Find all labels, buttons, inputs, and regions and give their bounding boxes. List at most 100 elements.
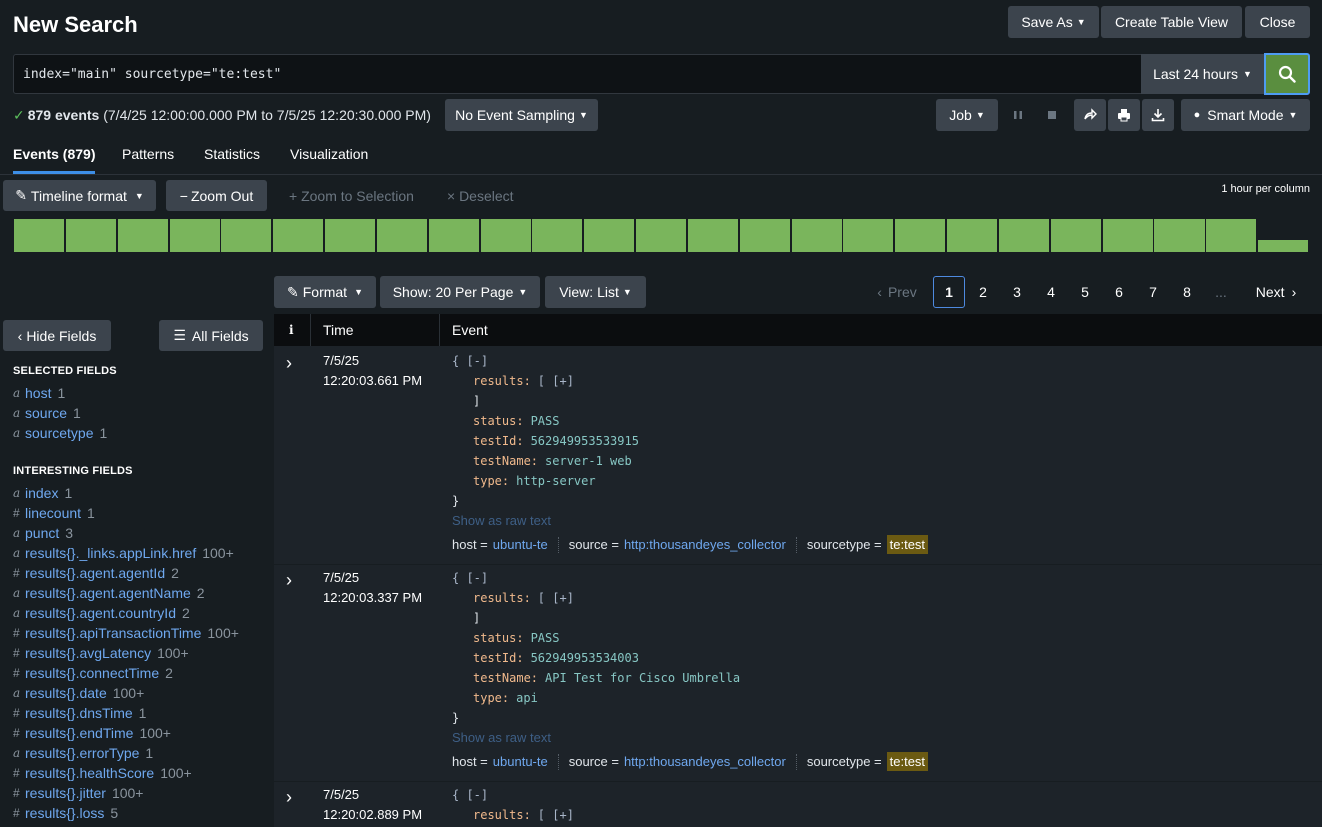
timeline-bar[interactable]: [480, 219, 531, 252]
field-name[interactable]: results{}.agent.countryId: [25, 605, 176, 621]
time-range-picker[interactable]: Last 24 hours ▼: [1141, 54, 1264, 94]
pager-prev-button[interactable]: ‹ Prev: [870, 276, 924, 308]
field-row[interactable]: # results{}.endTime 100+: [13, 723, 171, 743]
timeline-bar[interactable]: [325, 219, 376, 252]
search-mode-dropdown[interactable]: ● Smart Mode ▼: [1181, 99, 1310, 131]
field-row[interactable]: a punct 3: [13, 523, 73, 543]
event-time[interactable]: 7/5/25 12:20:03.337 PM: [323, 568, 422, 608]
zoom-out-button[interactable]: − Zoom Out: [166, 180, 267, 211]
tab-statistics[interactable]: Statistics: [204, 146, 260, 174]
show-raw-text-link[interactable]: Show as raw text: [452, 730, 551, 745]
field-row[interactable]: # results{}.connectTime 2: [13, 663, 173, 683]
field-row[interactable]: a sourcetype 1: [13, 423, 107, 443]
tab-visualization[interactable]: Visualization: [290, 146, 368, 174]
timeline-bar[interactable]: [1102, 219, 1153, 252]
timeline-bar[interactable]: [687, 219, 738, 252]
timeline-bar[interactable]: [1050, 219, 1101, 252]
show-raw-text-link[interactable]: Show as raw text: [452, 513, 551, 528]
timeline-bar[interactable]: [273, 219, 324, 252]
create-table-view-button[interactable]: Create Table View: [1101, 6, 1242, 38]
field-name[interactable]: results{}.date: [25, 685, 107, 701]
json-toggle[interactable]: { [-]: [452, 354, 488, 368]
page-1[interactable]: 1: [933, 276, 965, 308]
json-expand[interactable]: [ [+]: [538, 808, 574, 822]
field-name[interactable]: host: [25, 385, 51, 401]
timeline-bar[interactable]: [1154, 219, 1205, 252]
field-row[interactable]: # results{}.avgLatency 100+: [13, 643, 189, 663]
timeline-bar[interactable]: [65, 219, 116, 252]
timeline-bar[interactable]: [584, 219, 635, 252]
timeline-bar[interactable]: [169, 219, 220, 252]
field-row[interactable]: a results{}.agent.agentName 2: [13, 583, 205, 603]
job-dropdown[interactable]: Job ▼: [936, 99, 998, 131]
pager-next-button[interactable]: Next ›: [1248, 276, 1304, 308]
deselect-button[interactable]: × Deselect: [447, 188, 514, 204]
field-name[interactable]: results{}.loss: [25, 805, 104, 821]
field-name[interactable]: results{}.dnsTime: [25, 705, 133, 721]
page-4[interactable]: 4: [1037, 276, 1065, 308]
json-expand[interactable]: [ [+]: [538, 591, 574, 605]
json-expand[interactable]: [ [+]: [538, 374, 574, 388]
expand-row-chevron-icon[interactable]: ›: [286, 570, 292, 591]
field-name[interactable]: results{}.avgLatency: [25, 645, 151, 661]
timeline-bar[interactable]: [428, 219, 479, 252]
field-name[interactable]: results{}.errorType: [25, 745, 139, 761]
timeline-format-dropdown[interactable]: ✎ Timeline format ▼: [3, 180, 156, 211]
event-sampling-dropdown[interactable]: No Event Sampling ▼: [445, 99, 598, 131]
tab-events[interactable]: Events (879): [13, 146, 96, 174]
field-row[interactable]: # results{}.dnsTime 1: [13, 703, 146, 723]
field-name[interactable]: results{}.endTime: [25, 725, 133, 741]
page-5[interactable]: 5: [1071, 276, 1099, 308]
timeline-bar[interactable]: [636, 219, 687, 252]
hide-fields-button[interactable]: ‹ Hide Fields: [3, 320, 111, 351]
format-dropdown[interactable]: ✎ Format ▼: [274, 276, 376, 308]
field-name[interactable]: results{}.agent.agentId: [25, 565, 165, 581]
timeline-bar[interactable]: [14, 219, 65, 252]
field-row[interactable]: # results{}.healthScore 100+: [13, 763, 192, 783]
print-button[interactable]: [1108, 99, 1140, 131]
timeline-bar[interactable]: [739, 219, 790, 252]
zoom-to-selection-button[interactable]: + Zoom to Selection: [289, 188, 414, 204]
timeline-bar[interactable]: [791, 219, 842, 252]
timeline-bar[interactable]: [117, 219, 168, 252]
field-row[interactable]: a host 1: [13, 383, 65, 403]
page-6[interactable]: 6: [1105, 276, 1133, 308]
all-fields-button[interactable]: ☰ All Fields: [159, 320, 263, 351]
field-row[interactable]: # results{}.loss 5: [13, 803, 118, 823]
page-2[interactable]: 2: [969, 276, 997, 308]
host-value[interactable]: ubuntu-te: [493, 754, 548, 769]
expand-row-chevron-icon[interactable]: ›: [286, 787, 292, 808]
field-name[interactable]: sourcetype: [25, 425, 93, 441]
tab-patterns[interactable]: Patterns: [122, 146, 174, 174]
field-row[interactable]: a results{}.agent.countryId 2: [13, 603, 190, 623]
field-name[interactable]: linecount: [25, 505, 81, 521]
timeline-bar[interactable]: [895, 219, 946, 252]
source-value[interactable]: http:thousandeyes_collector: [624, 754, 786, 769]
field-row[interactable]: # results{}.apiTransactionTime 100+: [13, 623, 239, 643]
export-button[interactable]: [1142, 99, 1174, 131]
save-as-button[interactable]: Save As ▼: [1008, 6, 1099, 38]
field-name[interactable]: results{}._links.appLink.href: [25, 545, 196, 561]
field-row[interactable]: a source 1: [13, 403, 81, 423]
page-8[interactable]: 8: [1173, 276, 1201, 308]
timeline-chart[interactable]: [14, 219, 1310, 252]
timeline-bar[interactable]: [532, 219, 583, 252]
event-time[interactable]: 7/5/25 12:20:02.889 PM: [323, 785, 422, 825]
field-name[interactable]: results{}.healthScore: [25, 765, 154, 781]
stop-button[interactable]: [1038, 99, 1066, 131]
expand-row-chevron-icon[interactable]: ›: [286, 353, 292, 374]
share-button[interactable]: [1074, 99, 1106, 131]
timeline-bar[interactable]: [843, 219, 894, 252]
timeline-bar[interactable]: [376, 219, 427, 252]
timeline-bar[interactable]: [947, 219, 998, 252]
timeline-bar[interactable]: [1258, 240, 1309, 252]
page-7[interactable]: 7: [1139, 276, 1167, 308]
field-row[interactable]: a results{}.date 100+: [13, 683, 144, 703]
view-dropdown[interactable]: View: List ▼: [545, 276, 646, 308]
field-row[interactable]: # linecount 1: [13, 503, 95, 523]
sourcetype-value[interactable]: te:test: [886, 752, 929, 771]
column-header-time[interactable]: Time: [323, 314, 354, 346]
timeline-bar[interactable]: [1206, 219, 1257, 252]
field-row[interactable]: a index 1: [13, 483, 72, 503]
per-page-dropdown[interactable]: Show: 20 Per Page ▼: [380, 276, 540, 308]
